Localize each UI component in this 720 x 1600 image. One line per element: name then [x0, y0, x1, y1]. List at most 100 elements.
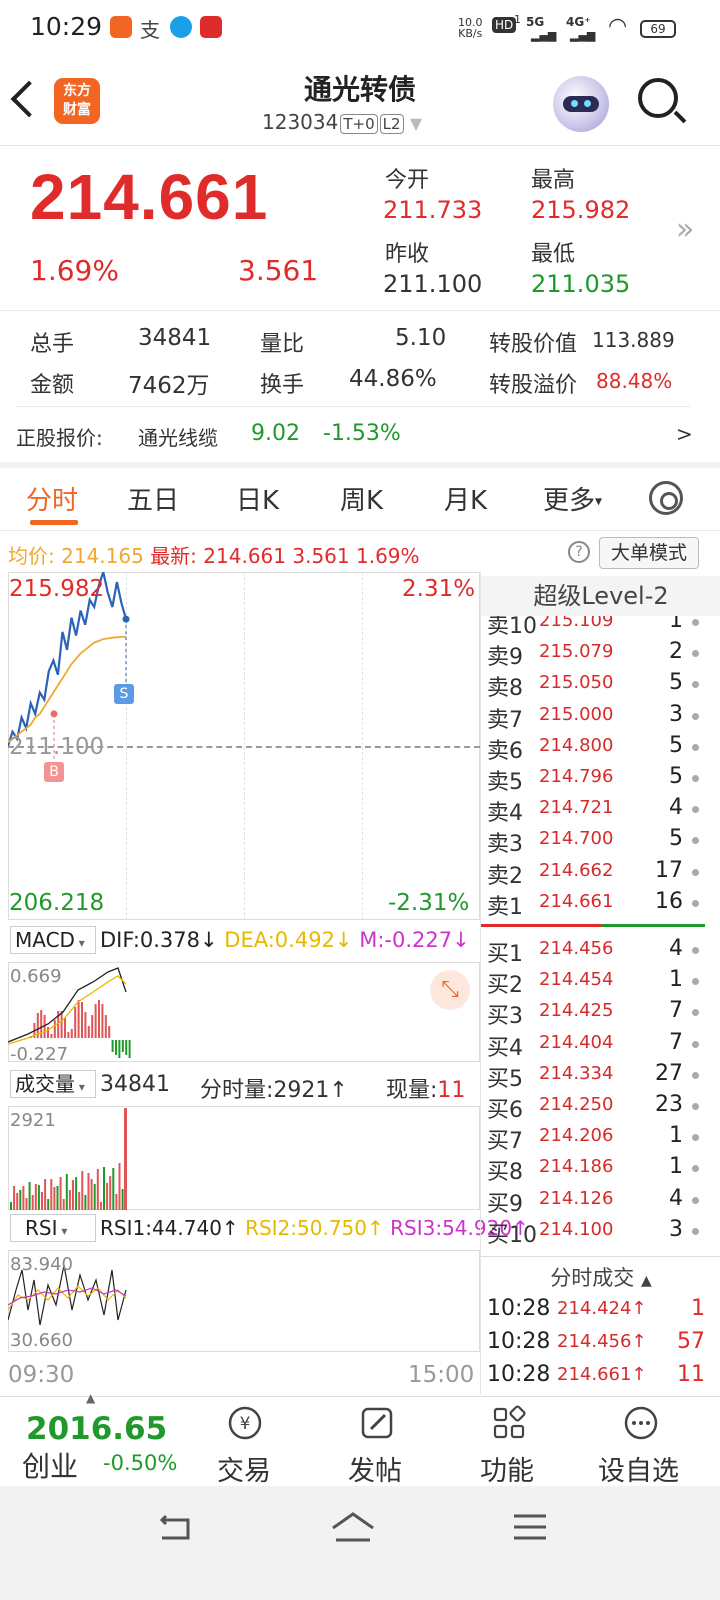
order-book-row[interactable]: 买9 214.126 4: [481, 1185, 720, 1217]
tab-weekly-k[interactable]: 周K: [340, 480, 383, 517]
order-book-row[interactable]: 买7 214.206 1: [481, 1123, 720, 1154]
order-book: 超级Level-2 卖10 215.109 1 卖9 215.079 2 卖8 215.050…: [480, 572, 720, 1394]
settings-gear-icon[interactable]: [649, 481, 683, 515]
watchlist-dots-icon[interactable]: [623, 1405, 659, 1441]
macd-bar: [47, 1027, 49, 1038]
volume-bar: [106, 1183, 109, 1210]
order-book-row[interactable]: 买2 214.454 1: [481, 967, 720, 999]
volume-bar: [93, 1184, 96, 1210]
level-label: 卖9: [487, 645, 523, 671]
order-book-row[interactable]: 卖4 214.721 4: [481, 795, 720, 827]
index-name[interactable]: 创业: [22, 1445, 78, 1485]
signal1-icon: ▂▄▆: [531, 29, 557, 42]
tab-five-day[interactable]: 五日: [127, 480, 179, 517]
nav-trade[interactable]: 交易: [217, 1449, 271, 1488]
macd-bar: [111, 1040, 114, 1052]
stock-code[interactable]: 123034 T+0 L2 ▼: [262, 110, 422, 134]
tick-volume: 1: [691, 1296, 705, 1321]
trade-yen-icon[interactable]: ¥: [227, 1405, 263, 1441]
level-price: 214.425: [539, 1000, 614, 1022]
caret-up-icon[interactable]: ▲: [86, 1391, 95, 1405]
volume-selector[interactable]: 成交量 ▾: [10, 1070, 96, 1098]
tab-intraday[interactable]: 分时: [26, 480, 78, 517]
volume-bar: [62, 1199, 65, 1210]
change-amount: 3.561: [238, 254, 319, 287]
volume-label: 总手: [30, 332, 75, 357]
assistant-robot-icon[interactable]: [553, 76, 609, 132]
ticks-header[interactable]: 分时成交 ▲: [481, 1262, 720, 1292]
order-book-row[interactable]: 卖10 215.109 1: [481, 616, 720, 639]
level-volume: 4: [669, 795, 683, 821]
volume-max: 2921: [10, 1110, 56, 1131]
macd-selector[interactable]: MACD ▾: [10, 926, 96, 954]
order-book-row[interactable]: 买10 214.100 3: [481, 1217, 720, 1248]
index-value[interactable]: 2016.65: [26, 1411, 167, 1447]
volume-bar: [13, 1186, 16, 1210]
big-order-mode-button[interactable]: 大单模式: [599, 537, 699, 569]
level-volume: 4: [669, 1185, 683, 1211]
post-edit-icon[interactable]: [359, 1405, 395, 1441]
order-book-row[interactable]: 买4 214.404 7: [481, 1030, 720, 1061]
tab-monthly-k[interactable]: 月K: [444, 480, 487, 517]
order-book-row[interactable]: 买6 214.250 23: [481, 1092, 720, 1123]
macd-values: DIF:0.378↓ DEA:0.492↓ M:-0.227↓: [100, 928, 470, 952]
level-price: 215.050: [539, 672, 614, 694]
order-book-row[interactable]: 卖2 214.662 17: [481, 858, 720, 889]
tab-daily-k[interactable]: 日K: [236, 480, 279, 517]
turnover-value: 44.86%: [349, 366, 437, 392]
nav-post[interactable]: 发帖: [348, 1449, 402, 1488]
help-icon[interactable]: ?: [568, 541, 590, 563]
macd-bar: [50, 1034, 53, 1038]
asks-list: 卖10 215.109 1 卖9 215.079 2 卖8 215.050 5 卖7 215.000…: [481, 616, 720, 922]
tab-more[interactable]: 更多▾: [543, 480, 602, 517]
order-book-row[interactable]: 卖3 214.700 5: [481, 826, 720, 857]
order-book-row[interactable]: 买3 214.425 7: [481, 998, 720, 1029]
order-book-row[interactable]: 卖6 214.800 5: [481, 732, 720, 764]
nav-function[interactable]: 功能: [480, 1449, 534, 1488]
level-dot-icon: [692, 712, 699, 720]
expand-chevron-icon[interactable]: »: [676, 212, 694, 247]
level-label: 买2: [487, 973, 523, 999]
expand-arrows-icon[interactable]: ⤡: [430, 970, 470, 1010]
stock-header: 东方 财富 通光转债 123034 T+0 L2 ▼: [0, 56, 720, 146]
order-book-row[interactable]: 卖7 215.000 3: [481, 702, 720, 733]
order-book-row[interactable]: 卖1 214.661 16: [481, 889, 720, 920]
signal2-icon: ▂▄▆: [570, 29, 596, 42]
volume-bar: [47, 1199, 50, 1210]
system-home-icon[interactable]: [330, 1510, 376, 1544]
underlying-quote-row[interactable]: 正股报价: 通光线缆 9.02 -1.53% >: [0, 414, 720, 458]
latest-label: 最新:: [150, 544, 197, 568]
latest-change-pct: 1.69%: [356, 544, 420, 568]
chart-mid-price: 211.100: [9, 734, 105, 760]
volume-bar: [124, 1108, 127, 1210]
search-icon[interactable]: [638, 78, 678, 118]
level-dot-icon: [692, 978, 699, 986]
level-label: 卖4: [487, 801, 523, 827]
ask-bid-divider-green: [601, 924, 705, 927]
order-book-row[interactable]: 买1 214.456 4: [481, 936, 720, 967]
system-back-icon[interactable]: [158, 1512, 194, 1542]
order-book-row[interactable]: 买5 214.334 27: [481, 1061, 720, 1092]
macd-bottom: -0.227: [10, 1044, 69, 1065]
rsi-selector[interactable]: RSI ▾: [10, 1214, 96, 1242]
function-grid-icon[interactable]: [491, 1405, 527, 1441]
order-book-row[interactable]: 卖9 215.079 2: [481, 639, 720, 671]
system-menu-icon[interactable]: [512, 1512, 548, 1542]
sim1-label: 1: [514, 13, 521, 26]
tick-row: 10:28 214.661↑ 11: [481, 1362, 720, 1392]
rsi1: RSI1:44.740↑: [100, 1216, 239, 1240]
avg-value: 214.165: [61, 544, 144, 568]
nav-watchlist[interactable]: 设自选: [598, 1449, 679, 1488]
level-volume: 7: [669, 998, 683, 1024]
level2-header[interactable]: 超级Level-2: [481, 576, 720, 616]
level-volume: 5: [669, 732, 683, 758]
buy-marker[interactable]: B: [44, 762, 64, 782]
sell-marker[interactable]: S: [114, 684, 134, 704]
order-book-row[interactable]: 卖5 214.796 5: [481, 764, 720, 795]
current-price: 214.661: [30, 161, 269, 233]
order-book-row[interactable]: 买8 214.186 1: [481, 1154, 720, 1185]
order-book-row[interactable]: 卖8 215.050 5: [481, 670, 720, 701]
level-volume: 5: [669, 826, 683, 852]
tick-time: 10:28: [487, 1296, 551, 1321]
intraday-chart-area[interactable]: 215.982 2.31% 211.100 206.218 -2.31% B S…: [8, 572, 529, 1394]
